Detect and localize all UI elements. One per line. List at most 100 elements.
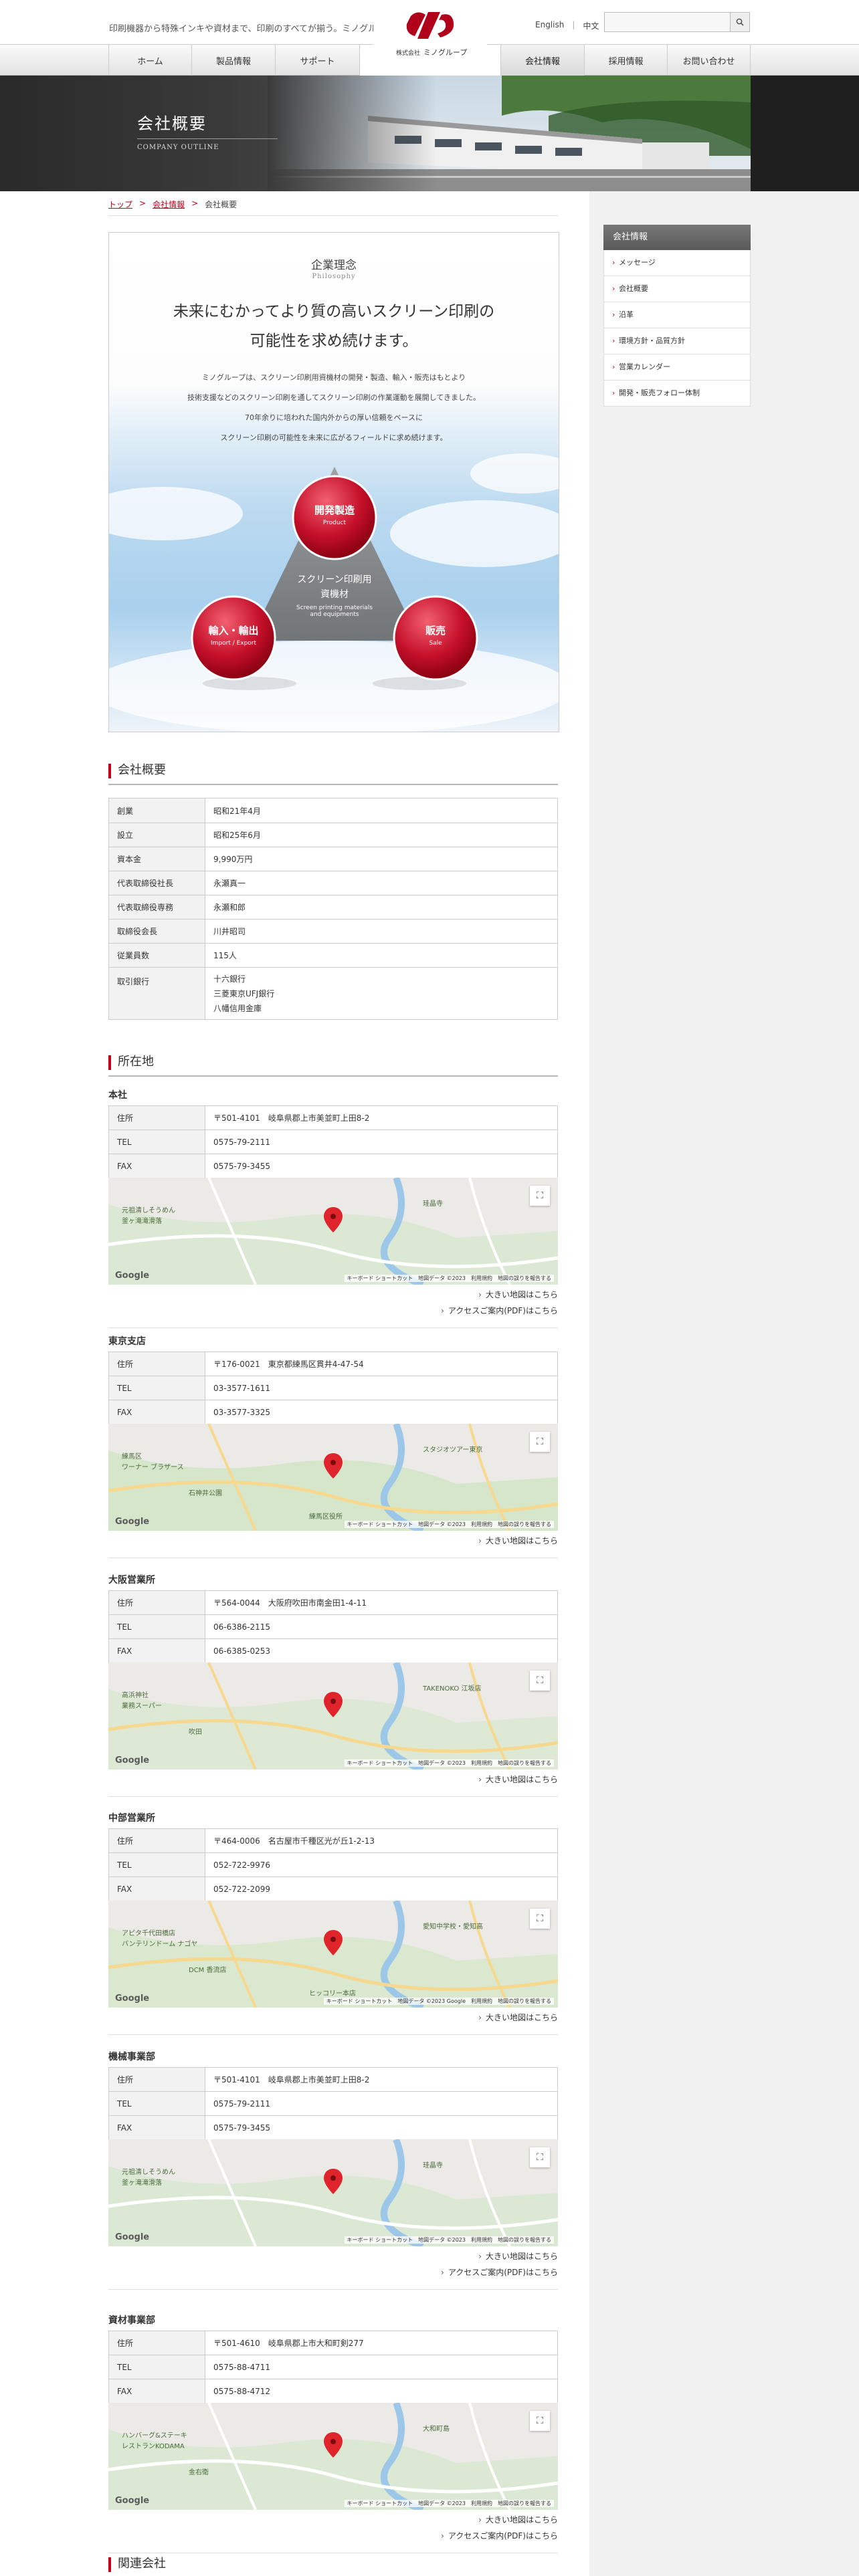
- table-key: 代表取締役社長: [108, 871, 205, 895]
- bank-name: 八幡信用金庫: [213, 1003, 262, 1013]
- philosophy-heading: 企業理念: [311, 259, 357, 272]
- sidebar-item-label: 環境方針・品質方針: [619, 336, 685, 345]
- company-outline-title: 会社概要: [118, 763, 166, 777]
- map-fullscreen-button[interactable]: ⛶: [530, 1671, 550, 1691]
- map-place-label: 元祖清しそうめん: [122, 2169, 175, 2176]
- breadcrumb-home[interactable]: トップ: [108, 199, 132, 210]
- access-pdf-link[interactable]: › アクセスご案内(PDF)はこちら: [108, 2530, 558, 2541]
- lang-chinese-link[interactable]: 中文: [583, 20, 599, 31]
- body-line: 70年余りに培われた国内外からの厚い信頼をベースに: [245, 413, 423, 422]
- embedded-map[interactable]: 元祖清しそうめん 釜ヶ滝滝滑落 珪晶寺 ⛶ Google キーボード ショートカット 地図…: [108, 1178, 558, 1285]
- large-map-link[interactable]: › 大きい地図はこちら: [108, 2514, 558, 2525]
- large-map-link[interactable]: › 大きい地図はこちら: [108, 2012, 558, 2023]
- table-row: TEL 06-6386-2115: [108, 1614, 558, 1639]
- table-row: FAX 0575-79-3455: [108, 1154, 558, 1178]
- branch-title: 機械事業部: [108, 2052, 155, 2062]
- table-key: 住所: [108, 1352, 205, 1376]
- map-fullscreen-button[interactable]: ⛶: [530, 1909, 550, 1929]
- map-canvas: [108, 1178, 558, 1285]
- table-row: 住所 〒464-0006 名古屋市千種区光が丘1-2-13: [108, 1828, 558, 1853]
- section-divider: [108, 2034, 558, 2035]
- table-value: 052-722-9976: [205, 1852, 558, 1877]
- heading-accent-bar: [108, 1055, 111, 1070]
- map-fullscreen-button[interactable]: ⛶: [530, 1186, 550, 1206]
- map-place-label: スタジオツアー東京: [423, 1446, 483, 1454]
- logo-name: ミノグループ: [423, 48, 468, 57]
- nav-contact[interactable]: お問い合わせ: [668, 45, 751, 76]
- table-row: 創業 昭和21年4月: [108, 798, 558, 823]
- map-place-label: アピタ千代田橋店: [122, 1930, 175, 1937]
- large-map-link[interactable]: › 大きい地図はこちら: [108, 2250, 558, 2262]
- table-key: 設立: [108, 823, 205, 847]
- breadcrumb-parent[interactable]: 会社情報: [153, 199, 185, 210]
- table-value: 0575-79-2111: [205, 1130, 558, 1154]
- large-map-link[interactable]: › 大きい地図はこちら: [108, 1535, 558, 1546]
- embedded-map[interactable]: ハンバーグ&ステーキ レストランKODAMA 大和町島 金右衛 ⛶ Google キーボード…: [108, 2403, 558, 2510]
- table-value: 〒501-4610 岐阜県郡上市大和町剣277: [205, 2331, 558, 2355]
- center-label-1: スクリーン印刷用: [297, 574, 372, 585]
- headline-line-1: 未来にむかってより質の高いスクリーン印刷の: [173, 303, 495, 320]
- embedded-map[interactable]: 練馬区 ワーナー ブラザース スタジオツアー東京 石神井公園 練馬区役所 ⛶ Google キ…: [108, 1424, 558, 1531]
- branch-contact-table: 住所 〒176-0021 東京都練馬区貫井4-47-54 TEL 03-3577-16…: [108, 1352, 558, 1424]
- map-attribution[interactable]: キーボード ショートカット 地図データ ©2023 利用規約 地図の誤りを報告す…: [344, 2236, 554, 2244]
- sidebar-item-label: 営業カレンダー: [619, 362, 670, 371]
- search-input[interactable]: [604, 12, 731, 32]
- sidebar-item-calendar[interactable]: › 営業カレンダー: [603, 354, 751, 381]
- map-fullscreen-button[interactable]: ⛶: [530, 2411, 550, 2431]
- search-box: [604, 12, 750, 32]
- sidebar-item-support-system[interactable]: › 開発・販売フォロー体制: [603, 381, 751, 407]
- map-place-label: 練馬区役所: [309, 1513, 343, 1521]
- map-attribution[interactable]: キーボード ショートカット 地図データ ©2023 利用規約 地図の誤りを報告す…: [344, 1275, 554, 1282]
- large-map-link[interactable]: › 大きい地図はこちら: [108, 1774, 558, 1785]
- map-attribution[interactable]: キーボード ショートカット 地図データ ©2023 利用規約 地図の誤りを報告す…: [344, 1759, 554, 1767]
- map-place-label: 愛知中学校・愛知高: [423, 1923, 483, 1931]
- table-key: 創業: [108, 798, 205, 823]
- embedded-map[interactable]: アピタ千代田橋店 バンテリンドーム ナゴヤ 愛知中学校・愛知高 DCM 香流店 ヒッコリ…: [108, 1901, 558, 2008]
- embedded-map[interactable]: 高浜神社 業務スーパー TAKENOKO 江坂店 吹田 ⛶ Google キーボード ショー…: [108, 1662, 558, 1769]
- map-attribution[interactable]: キーボード ショートカット 地図データ ©2023 利用規約 地図の誤りを報告す…: [344, 1521, 554, 1528]
- nav-products[interactable]: 製品情報: [192, 45, 276, 76]
- table-value: 十六銀行 三菱東京UFJ銀行 八幡信用金庫: [205, 967, 558, 1020]
- link-label: 大きい地図はこちら: [485, 2013, 558, 2022]
- map-fullscreen-button[interactable]: ⛶: [530, 2147, 550, 2167]
- access-pdf-link[interactable]: › アクセスご案内(PDF)はこちら: [108, 2266, 558, 2278]
- map-attribution[interactable]: キーボード ショートカット 地図データ ©2023 利用規約 地図の誤りを報告す…: [344, 2500, 554, 2507]
- table-row: 代表取締役専務 永瀬和郎: [108, 895, 558, 920]
- table-key: 住所: [108, 1590, 205, 1615]
- map-pin-dot: [330, 1699, 336, 1704]
- table-value: 川井昭司: [205, 919, 558, 944]
- large-map-link[interactable]: › 大きい地図はこちら: [108, 1289, 558, 1300]
- sidebar-item-message[interactable]: › メッセージ: [603, 250, 751, 276]
- embedded-map[interactable]: 元祖清しそうめん 釜ヶ滝滝滑落 珪晶寺 ⛶ Google キーボード ショートカット 地図…: [108, 2139, 558, 2246]
- table-row: 住所 〒564-0044 大阪府吹田市南金田1-4-11: [108, 1590, 558, 1615]
- map-place-label: レストランKODAMA: [122, 2443, 185, 2450]
- nav-support[interactable]: サポート: [276, 45, 360, 76]
- search-button[interactable]: [731, 12, 750, 32]
- sidebar-item-outline[interactable]: › 会社概要: [603, 276, 751, 302]
- body-line: 技術支援などのスクリーン印刷を通してスクリーン印刷の作業運動を展開してきました。: [187, 393, 480, 402]
- table-value: 0575-88-4712: [205, 2379, 558, 2403]
- sidebar-item-policy[interactable]: › 環境方針・品質方針: [603, 328, 751, 354]
- chevron-right-icon: ›: [612, 362, 615, 371]
- table-key: FAX: [108, 2115, 205, 2140]
- map-fullscreen-button[interactable]: ⛶: [530, 1432, 550, 1452]
- branch-contact-table: 住所 〒501-4610 岐阜県郡上市大和町剣277 TEL 0575-88-4711…: [108, 2331, 558, 2403]
- table-value: 昭和25年6月: [205, 823, 558, 847]
- nav-company[interactable]: 会社情報: [500, 45, 585, 76]
- nav-home[interactable]: ホーム: [108, 45, 192, 76]
- nav-recruit[interactable]: 採用情報: [585, 45, 668, 76]
- table-row: FAX 06-6385-0253: [108, 1638, 558, 1663]
- circle-product-en: Product: [322, 520, 347, 526]
- table-row: TEL 0575-79-2111: [108, 2091, 558, 2116]
- lang-english-link[interactable]: English: [535, 20, 564, 31]
- logo[interactable]: 株式会社 ミノグループ: [367, 4, 494, 64]
- table-key: FAX: [108, 1638, 205, 1663]
- map-attribution[interactable]: キーボード ショートカット 地図データ ©2023 Google 利用規約 地図…: [323, 1998, 554, 2005]
- table-value: 03-3577-3325: [205, 1400, 558, 1424]
- map-place-label: DCM 香流店: [189, 1967, 227, 1974]
- map-pin-dot: [330, 1214, 336, 1219]
- sidebar-item-history[interactable]: › 沿革: [603, 302, 751, 328]
- access-pdf-link[interactable]: › アクセスご案内(PDF)はこちら: [108, 1305, 558, 1316]
- link-label: 大きい地図はこちら: [485, 1290, 558, 1299]
- table-row: 資本金 9,990万円: [108, 847, 558, 871]
